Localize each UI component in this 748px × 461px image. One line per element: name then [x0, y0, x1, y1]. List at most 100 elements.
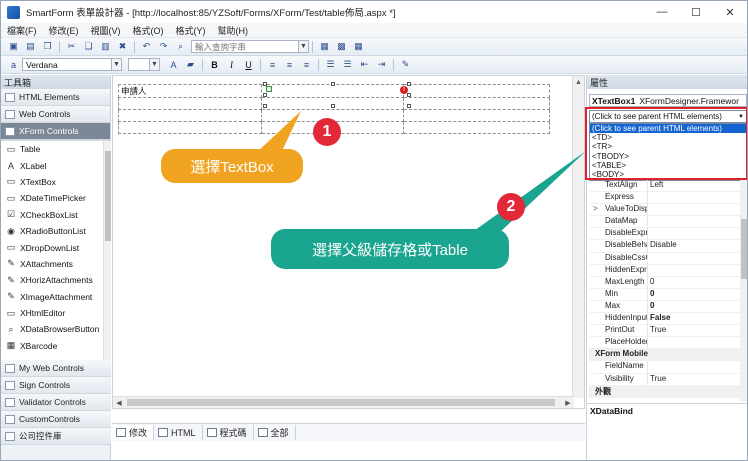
property-value[interactable] — [647, 264, 741, 276]
menu-view[interactable]: 視圖(V) — [85, 24, 127, 37]
property-value[interactable]: False — [647, 313, 741, 325]
toolbox-item-xbarcode[interactable]: ▦ XBarcode — [1, 338, 111, 354]
bullet-list-icon[interactable]: ☰ — [340, 58, 355, 72]
scrollbar-thumb[interactable] — [127, 399, 555, 406]
outdent-icon[interactable]: ⇤ — [357, 58, 372, 72]
table-cell[interactable]: 申請人 — [118, 84, 262, 98]
scroll-right-icon[interactable]: ▶ — [562, 397, 574, 409]
align-left-icon[interactable]: ≡ — [265, 58, 280, 72]
align-right-icon[interactable]: ≡ — [299, 58, 314, 72]
resize-handle[interactable] — [407, 104, 411, 108]
property-value[interactable] — [647, 192, 741, 204]
menu-format-2[interactable]: 格式(Y) — [170, 24, 212, 37]
search-input[interactable]: 輸入查詢字串 — [191, 40, 299, 53]
toolbox-item-xtextbox[interactable]: ▭ XTextBox — [1, 174, 111, 190]
table-cell[interactable] — [403, 121, 550, 134]
table-cell[interactable] — [403, 84, 550, 98]
eraser-icon[interactable]: ✎ — [398, 58, 413, 72]
indent-icon[interactable]: ⇥ — [374, 58, 389, 72]
table-cell[interactable] — [403, 109, 550, 122]
font-size-select[interactable] — [128, 58, 150, 71]
toolbox-item-xdatabrowserbutton[interactable]: ⌕ XDataBrowserButton — [1, 321, 111, 337]
scroll-left-icon[interactable]: ◀ — [113, 397, 125, 409]
scroll-up-icon[interactable]: ▲ — [573, 76, 584, 88]
property-row[interactable]: DisableBehavioDisable — [589, 240, 741, 253]
resize-handle[interactable] — [263, 82, 267, 86]
toolbox-item-xlabel[interactable]: A XLabel — [1, 157, 111, 173]
resize-handle[interactable] — [331, 104, 335, 108]
toolbox-item-table[interactable]: ▭ Table — [1, 141, 111, 157]
find-icon[interactable]: ⌕ — [173, 40, 188, 54]
property-value[interactable]: 0 — [647, 300, 741, 313]
resize-handle[interactable] — [407, 93, 411, 97]
property-value[interactable] — [647, 337, 741, 349]
property-row[interactable]: DataMap — [589, 216, 741, 229]
property-category-xform-mobile[interactable]: XForm Mobile — [589, 349, 741, 362]
copy-icon[interactable]: ❏ — [81, 40, 96, 54]
grid-icon[interactable]: ▦ — [351, 40, 366, 54]
property-row[interactable]: TextAlign Left — [589, 180, 741, 193]
property-value[interactable]: True — [647, 325, 741, 337]
resize-handle[interactable] — [331, 82, 335, 86]
highlight-icon[interactable]: ▰ — [183, 58, 198, 72]
toolbox-group-xform-controls[interactable]: XForm Controls — [1, 123, 110, 140]
expand-icon[interactable]: > — [593, 204, 598, 213]
toolbox-item-xattachments[interactable]: ✎ XAttachments — [1, 256, 111, 272]
font-name-select[interactable]: Verdana — [22, 58, 112, 71]
property-row[interactable]: Express — [589, 192, 741, 205]
property-row[interactable]: Max 0 — [589, 300, 741, 314]
toolbox-group-my-web-controls[interactable]: My Web Controls — [1, 360, 111, 377]
property-row[interactable]: MaxLength 0 — [589, 276, 741, 289]
undo-icon[interactable]: ↶ — [139, 40, 154, 54]
maximize-button[interactable]: ☐ — [679, 1, 713, 23]
minimize-button[interactable]: — — [645, 1, 679, 23]
tab-html[interactable]: HTML — [154, 425, 203, 440]
tab-all[interactable]: 全部 — [254, 425, 296, 440]
design-horizontal-scrollbar[interactable]: ◀ ▶ — [113, 396, 574, 408]
property-value[interactable]: 0 — [647, 288, 741, 300]
property-row[interactable]: FieldName — [589, 361, 741, 374]
toolbox-group-html-elements[interactable]: HTML Elements — [1, 89, 110, 106]
table-cell[interactable] — [403, 97, 550, 110]
save-icon[interactable]: ▣ — [6, 40, 21, 54]
resize-handle[interactable] — [263, 104, 267, 108]
numbered-list-icon[interactable]: ☰ — [323, 58, 338, 72]
property-row[interactable]: PrintOut True — [589, 325, 741, 338]
property-value[interactable]: Left — [647, 180, 741, 192]
property-value[interactable]: True — [647, 373, 741, 385]
property-row[interactable]: Visibility True — [589, 373, 741, 386]
italic-button[interactable]: I — [224, 58, 239, 72]
toolbox-item-xcheckboxlist[interactable]: ☑ XCheckBoxList — [1, 207, 111, 223]
underline-button[interactable]: U — [241, 58, 256, 72]
property-row[interactable]: >ValueToDisplay — [589, 204, 741, 217]
object-selector[interactable]: XTextBox1 XFormDesigner.Framewor — [589, 94, 747, 107]
table-cell-selected[interactable] — [260, 84, 405, 98]
resize-handle[interactable] — [407, 82, 411, 86]
property-row[interactable]: Min 0 — [589, 288, 741, 301]
toolbox-group-validator-controls[interactable]: Validator Controls — [1, 394, 111, 411]
menu-file[interactable]: 檔案(F) — [1, 24, 43, 37]
property-row[interactable]: DisableCssClass — [589, 252, 741, 265]
scrollbar-thumb[interactable] — [741, 219, 747, 279]
redo-icon[interactable]: ↷ — [156, 40, 171, 54]
close-button[interactable]: ✕ — [713, 1, 747, 23]
property-category-appearance[interactable]: 外觀 — [589, 385, 741, 398]
tab-code[interactable]: 程式碼 — [203, 425, 254, 440]
table-cell[interactable] — [118, 109, 262, 122]
property-value[interactable] — [647, 361, 741, 373]
tab-design[interactable]: 修改 — [112, 425, 155, 440]
table-grid-icon[interactable]: ▩ — [334, 40, 349, 54]
toolbox-item-xradiobuttonlist[interactable]: ◉ XRadioButtonList — [1, 223, 111, 239]
toolbox-item-xdatetimepicker[interactable]: ▭ XDateTimePicker — [1, 190, 111, 206]
properties-scrollbar[interactable] — [740, 179, 747, 401]
table-cell[interactable] — [118, 121, 262, 134]
style-icon[interactable]: a — [6, 58, 21, 72]
menu-help[interactable]: 幫助(H) — [212, 24, 255, 37]
toolbox-item-xdropdownlist[interactable]: ▭ XDropDownList — [1, 239, 111, 255]
property-value[interactable] — [647, 204, 741, 216]
chevron-down-icon[interactable]: ▼ — [299, 40, 309, 53]
copy-file-icon[interactable]: ❐ — [40, 40, 55, 54]
toolbox-group-company-controls[interactable]: 公司控件庫 — [1, 428, 111, 445]
cut-icon[interactable]: ✂ — [64, 40, 79, 54]
property-row[interactable]: PlaceHolder — [589, 337, 741, 350]
